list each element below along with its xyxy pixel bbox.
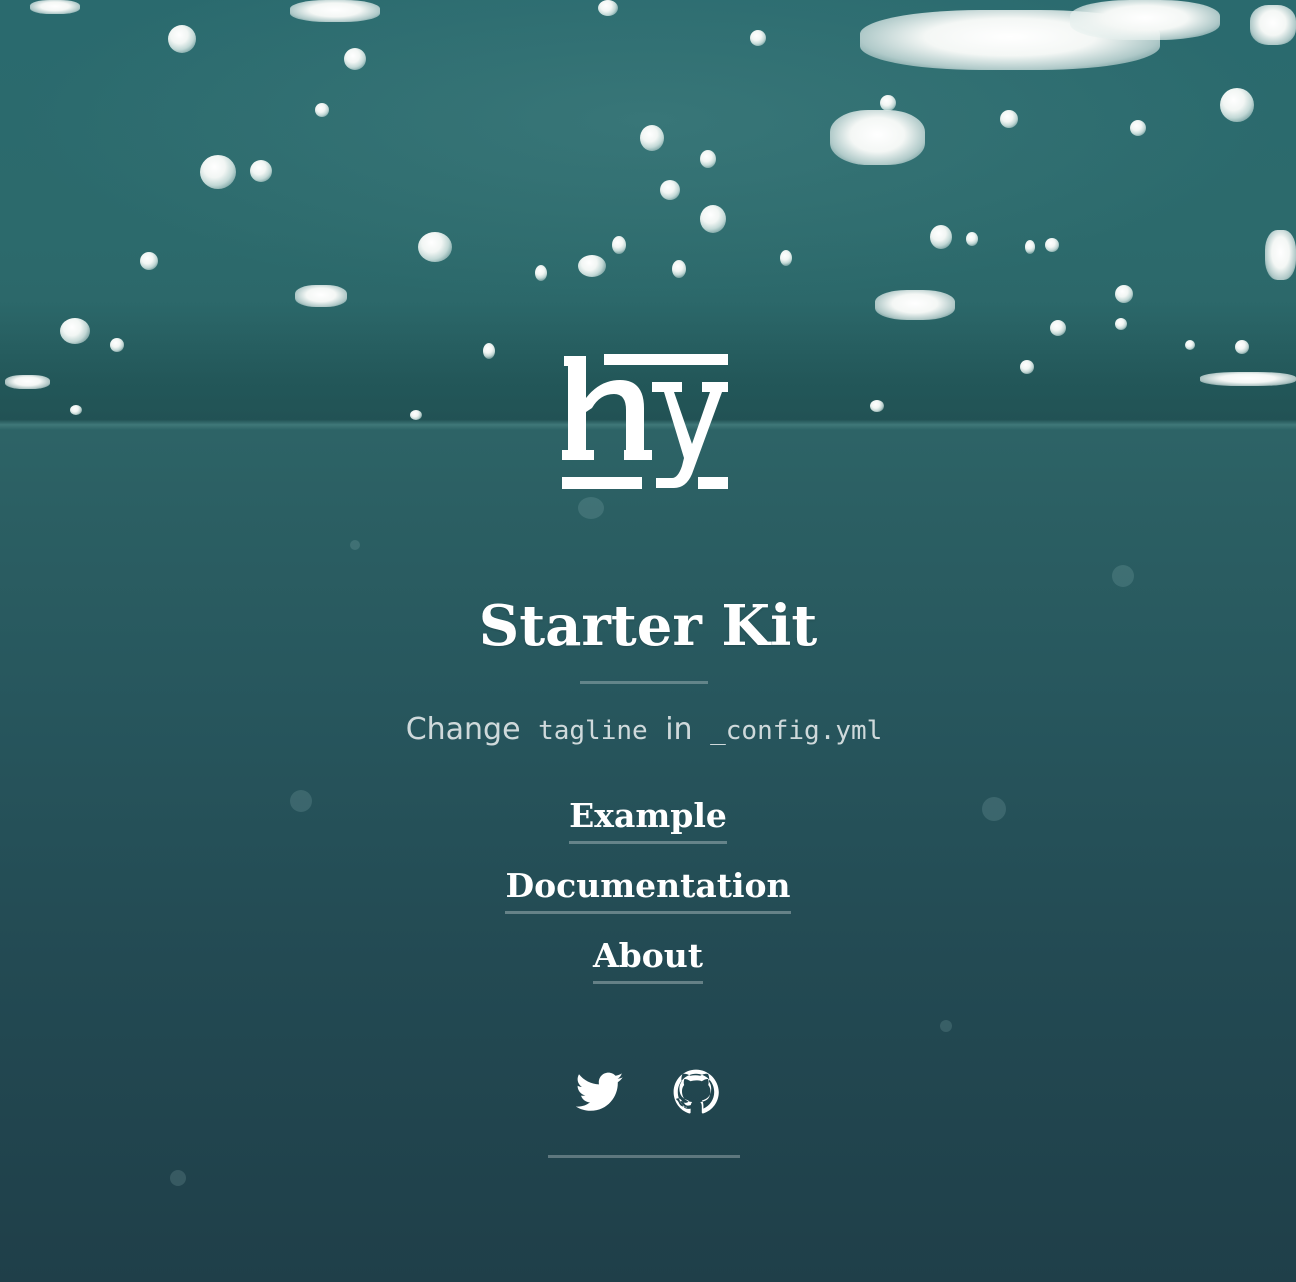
tagline-middle: in <box>665 712 693 747</box>
tagline-prefix: Change <box>405 712 521 747</box>
twitter-link[interactable] <box>576 1068 624 1116</box>
social-links <box>0 1068 1296 1116</box>
bottom-divider <box>548 1155 740 1158</box>
hy-logo-icon[interactable] <box>560 352 730 494</box>
nav-link-example[interactable]: Example <box>569 792 727 844</box>
nav-item: Example <box>0 792 1296 862</box>
github-icon <box>673 1069 719 1114</box>
twitter-icon <box>576 1072 624 1111</box>
github-link[interactable] <box>672 1068 720 1116</box>
nav-item: Documentation <box>0 862 1296 932</box>
nav-item: About <box>0 932 1296 1002</box>
config-file-code: _config.yml <box>710 716 883 746</box>
sidebar: Starter Kit Change tagline in _config.ym… <box>0 0 1296 1282</box>
nav-link-about[interactable]: About <box>593 932 703 984</box>
nav-link-documentation[interactable]: Documentation <box>505 862 791 914</box>
title-divider <box>580 681 708 684</box>
sidebar-nav: Example Documentation About <box>0 792 1296 1002</box>
site-title[interactable]: Starter Kit <box>0 590 1296 662</box>
tagline-code: tagline <box>538 716 648 746</box>
tagline: Change tagline in _config.yml <box>0 708 1296 753</box>
